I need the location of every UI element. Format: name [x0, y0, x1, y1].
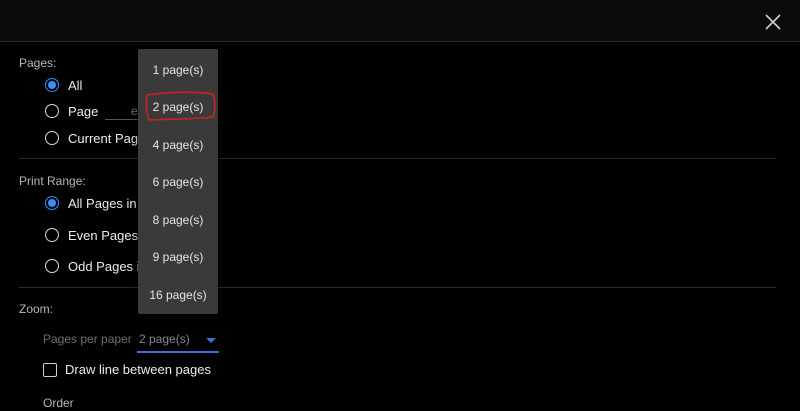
- radio-button[interactable]: [45, 104, 59, 118]
- dropdown-option-8[interactable]: 8 page(s): [138, 201, 218, 239]
- radio-button[interactable]: [45, 78, 59, 92]
- dropdown-option-16[interactable]: 16 page(s): [138, 276, 218, 314]
- chevron-down-icon: [206, 338, 216, 343]
- radio-button[interactable]: [45, 228, 59, 242]
- pages-per-paper-label: Pages per paper: [43, 332, 132, 346]
- pages-per-paper-dropdown: 1 page(s) 2 page(s) 4 page(s) 6 page(s) …: [138, 49, 218, 314]
- dialog-title-bar: [0, 0, 800, 42]
- radio-label: Odd Pages i: [68, 258, 140, 274]
- pages-section-label: Pages:: [19, 56, 57, 70]
- draw-line-option[interactable]: Draw line between pages: [43, 362, 211, 377]
- radio-range-even[interactable]: Even Pages i: [45, 225, 145, 245]
- dropdown-option-9[interactable]: 9 page(s): [138, 238, 218, 276]
- radio-button[interactable]: [45, 259, 59, 273]
- radio-pages-current[interactable]: Current Pag: [45, 128, 138, 148]
- print-range-section-label: Print Range:: [19, 174, 86, 188]
- dropdown-option-2[interactable]: 2 page(s): [138, 88, 218, 126]
- draw-line-checkbox[interactable]: [43, 362, 57, 377]
- radio-label: All Pages in: [68, 195, 137, 211]
- dropdown-option-1[interactable]: 1 page(s): [138, 51, 218, 89]
- radio-range-all[interactable]: All Pages in: [45, 193, 137, 213]
- pages-per-paper-select[interactable]: 2 page(s): [137, 329, 219, 353]
- pages-per-paper-value: 2 page(s): [139, 332, 190, 346]
- dropdown-option-6[interactable]: 6 page(s): [138, 163, 218, 201]
- radio-button[interactable]: [45, 131, 59, 145]
- radio-label: Current Pag: [68, 130, 139, 146]
- radio-label: Even Pages i: [68, 227, 145, 243]
- radio-label: All: [68, 77, 83, 93]
- section-divider: [19, 287, 776, 288]
- order-label: Order: [43, 396, 74, 410]
- radio-label: Page: [68, 103, 99, 119]
- section-divider: [19, 158, 776, 159]
- radio-pages-page[interactable]: Page: [45, 101, 98, 121]
- zoom-section-label: Zoom:: [19, 302, 54, 316]
- dropdown-option-4[interactable]: 4 page(s): [138, 126, 218, 164]
- close-icon: [765, 14, 781, 30]
- draw-line-label: Draw line between pages: [65, 362, 211, 377]
- radio-button[interactable]: [45, 196, 59, 210]
- radio-range-odd[interactable]: Odd Pages i: [45, 256, 140, 276]
- close-button[interactable]: [760, 9, 786, 35]
- radio-pages-all[interactable]: All: [45, 75, 82, 95]
